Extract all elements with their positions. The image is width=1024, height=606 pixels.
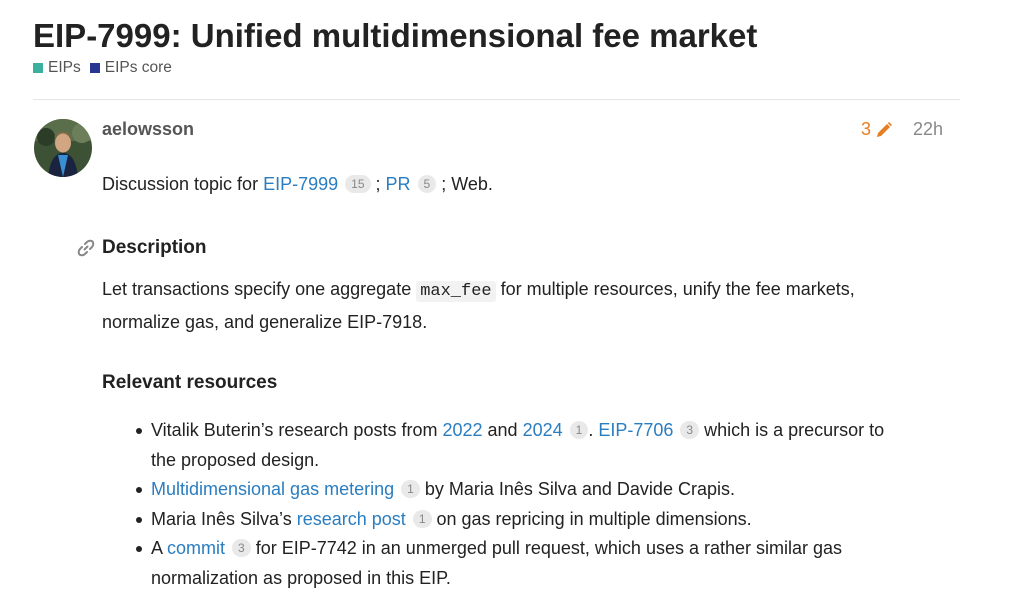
post-age[interactable]: 22h bbox=[913, 119, 943, 140]
link-click-count: 1 bbox=[401, 480, 420, 498]
topic-title[interactable]: EIP-7999: Unified multidimensional fee m… bbox=[33, 14, 757, 58]
description-text: Let transactions specify one aggregate m… bbox=[102, 274, 855, 337]
category-eips-core-label: EIPs core bbox=[104, 59, 172, 76]
description-line2: normalize gas, and generalize EIP-7918. bbox=[102, 312, 428, 332]
edit-count: 3 bbox=[861, 119, 872, 139]
discussion-line: Discussion topic for EIP-7999 15 ; PR 5 … bbox=[102, 169, 493, 199]
link-click-count: 1 bbox=[569, 421, 589, 439]
list-item: A commit 3 for EIP-7742 in an unmerged p… bbox=[136, 534, 961, 593]
eip-7999-link[interactable]: EIP-7999 bbox=[263, 174, 338, 194]
description-part2: for multiple resources, unify the fee ma… bbox=[495, 279, 855, 299]
category-badges: EIPs EIPs core bbox=[33, 59, 181, 77]
category-eips[interactable]: EIPs bbox=[33, 59, 81, 77]
max-fee-code: max_fee bbox=[416, 281, 496, 302]
link-click-count: 15 bbox=[345, 175, 371, 193]
eip-7706-link[interactable]: EIP-7706 bbox=[598, 420, 673, 440]
discussion-prefix: Discussion topic for bbox=[102, 174, 264, 194]
resource-text: Vitalik Buterin’s research posts from bbox=[151, 420, 443, 440]
list-item: Maria Inês Silva’s research post 1 on ga… bbox=[136, 505, 961, 535]
link-click-count: 3 bbox=[680, 421, 700, 439]
description-part1: Let transactions specify one aggregate bbox=[102, 279, 417, 299]
link-2024[interactable]: 2024 bbox=[523, 420, 563, 440]
header-divider bbox=[33, 99, 960, 100]
research-post-link[interactable]: research post bbox=[297, 509, 406, 529]
category-color-square bbox=[33, 63, 43, 73]
resource-text: for EIP-7742 in an unmerged pull request… bbox=[250, 538, 843, 558]
link-2022[interactable]: 2022 bbox=[442, 420, 482, 440]
link-click-count: 5 bbox=[417, 175, 437, 193]
link-click-count: 3 bbox=[232, 539, 251, 557]
category-color-square bbox=[89, 63, 100, 73]
resource-text: Maria Inês Silva’s bbox=[151, 508, 297, 529]
resources-list: Vitalik Buterin’s research posts from 20… bbox=[136, 416, 961, 593]
resource-text: and bbox=[482, 420, 523, 440]
list-item: Multidimensional gas metering 1 by Maria… bbox=[136, 475, 961, 505]
avatar[interactable] bbox=[34, 119, 92, 177]
commit-link[interactable]: commit bbox=[167, 538, 225, 558]
discussion-suffix: ; Web. bbox=[436, 174, 493, 194]
resource-text: . bbox=[588, 420, 599, 440]
relevant-resources-heading: Relevant resources bbox=[102, 372, 278, 393]
pencil-icon bbox=[877, 121, 893, 137]
post-username[interactable]: aelowsson bbox=[102, 119, 194, 140]
link-anchor-icon[interactable] bbox=[76, 238, 96, 258]
category-eips-label: EIPs bbox=[48, 59, 81, 76]
description-heading: Description bbox=[102, 237, 207, 258]
multidimensional-gas-metering-link[interactable]: Multidimensional gas metering bbox=[151, 479, 394, 499]
resource-text: which is a precursor to bbox=[699, 420, 885, 440]
resource-text: the proposed design. bbox=[151, 449, 320, 470]
edit-history-button[interactable]: 3 bbox=[861, 119, 893, 140]
list-item: Vitalik Buterin’s research posts from 20… bbox=[136, 416, 961, 475]
resource-text: normalization as proposed in this EIP. bbox=[151, 567, 451, 588]
resource-text: by Maria Inês Silva and Davide Crapis. bbox=[419, 479, 735, 499]
pr-link[interactable]: PR bbox=[386, 174, 411, 194]
link-click-count: 1 bbox=[412, 509, 432, 528]
category-eips-core[interactable]: EIPs core bbox=[89, 59, 172, 77]
resource-text: A bbox=[151, 538, 168, 558]
resource-text: on gas repricing in multiple dimensions. bbox=[431, 508, 752, 529]
discussion-separator: ; bbox=[370, 174, 386, 194]
